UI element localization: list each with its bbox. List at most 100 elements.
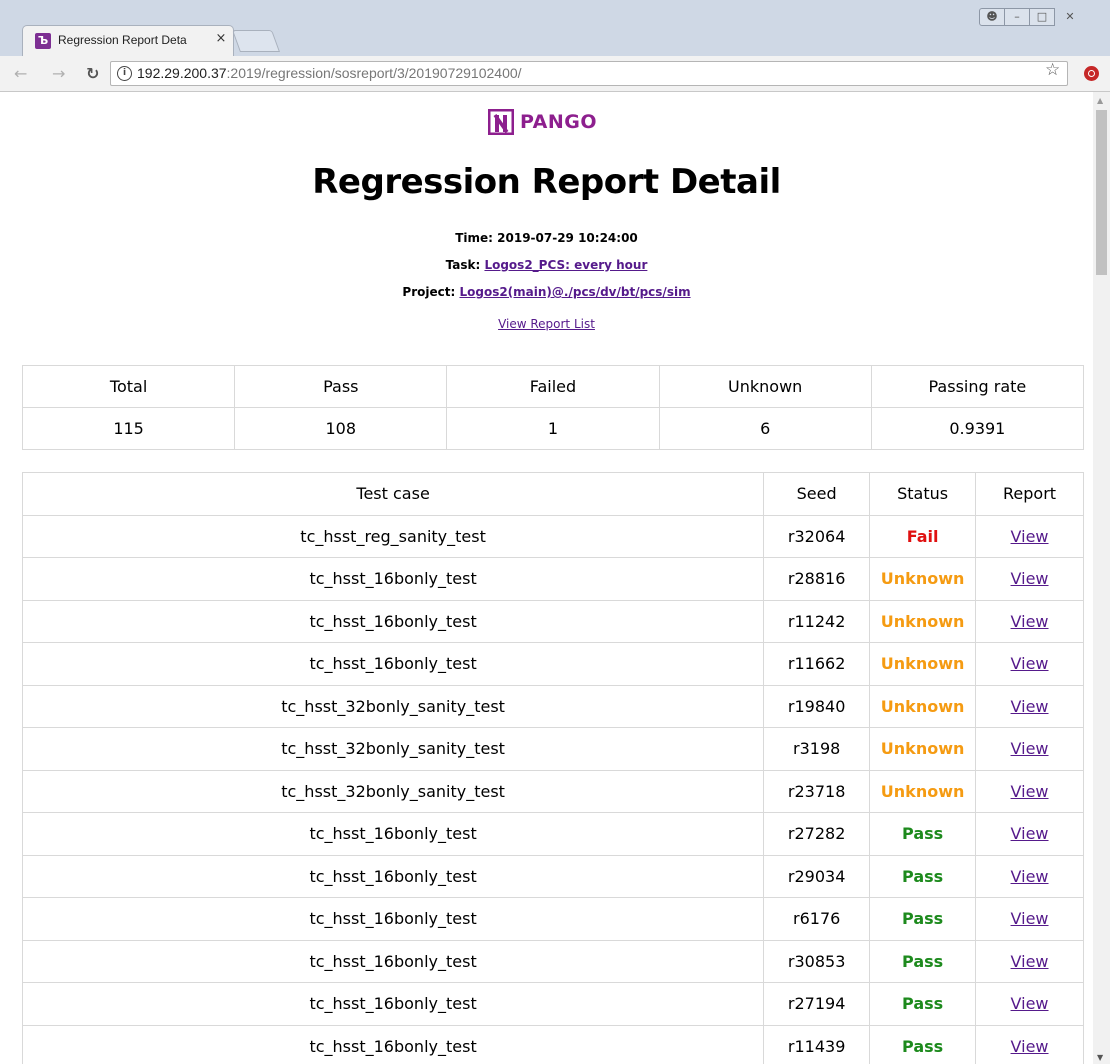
seed-cell: r23718 [787,781,846,801]
bookmark-star-icon[interactable]: ☆ [1045,60,1060,80]
test-case-name-cell: tc_hsst_16bonly_test [21,982,765,1026]
scroll-thumb[interactable] [1096,110,1107,275]
status-badge-cell: Unknown [869,684,977,728]
summary-failed-value: 1 [446,407,660,450]
test-case-name: tc_hsst_32bonly_sanity_test [281,696,505,716]
pango-logo: PANGO [488,109,597,135]
seed-cell: r6176 [793,909,841,929]
report-time: Time: 2019-07-29 10:24:00 [455,231,638,245]
status-badge: Unknown [880,654,965,674]
seed-cell: r11439 [787,1036,846,1056]
view-report-link[interactable]: View [1011,612,1049,631]
status-badge: Fail [906,526,939,546]
seed-cell: r28816 [787,569,846,589]
test-case-name: tc_hsst_16bonly_test [309,824,477,844]
table-row: tc_hsst_32bonly_sanity_test r23718 Unknown… [21,769,1084,813]
table-row: tc_hsst_32bonly_sanity_test r3198 Unknown V… [21,727,1084,771]
test-cases-table: Test case Seed Status Report tc_hsst_reg… [21,472,1084,1064]
test-case-name-cell: tc_hsst_16bonly_test [21,854,765,898]
new-tab-button[interactable] [231,30,281,52]
view-report-link[interactable]: View [1011,739,1049,758]
seed-cell: r29034 [787,866,846,886]
time-value: 2019-07-29 10:24:00 [497,231,638,245]
close-window-icon[interactable]: ✕ [1054,8,1086,26]
seed-cell-cell: r27282 [763,812,871,856]
view-report-link[interactable]: View [1011,952,1049,971]
table-row: tc_hsst_16bonly_test r29034 Pass View [21,854,1084,898]
task-link[interactable]: Logos2_PCS: every hour [484,258,647,272]
summary-header-failed: Failed [446,365,660,408]
info-icon[interactable]: i [117,66,132,81]
view-report-link[interactable]: View [1011,1037,1049,1056]
tab-close-icon[interactable]: × [213,31,229,46]
status-badge-cell: Pass [869,982,977,1026]
table-row: tc_hsst_reg_sanity_test r32064 Fail View [21,514,1084,558]
view-report-link-cell: View [975,982,1084,1026]
summary-value-row: 115 108 1 6 0.9391 [21,407,1085,450]
status-badge-cell: Pass [869,1024,977,1064]
test-case-name-cell: tc_hsst_16bonly_test [21,897,765,941]
status-badge-cell: Unknown [869,769,977,813]
view-report-link[interactable]: View [1011,782,1049,801]
tab-regression-report[interactable]: Ъ Regression Report Deta × [22,25,234,56]
table-row: tc_hsst_16bonly_test r11242 Unknown View [21,599,1084,643]
view-report-link-cell: View [975,727,1084,771]
table-row: tc_hsst_16bonly_test r6176 Pass View [21,897,1084,941]
status-badge: Unknown [880,781,965,801]
status-badge-cell: Pass [869,812,977,856]
view-report-link-cell: View [975,769,1084,813]
view-report-link[interactable]: View [1011,654,1049,673]
header-status: Status [869,472,977,516]
summary-passing-rate-value: 0.9391 [870,407,1085,450]
seed-cell-cell: r32064 [763,514,871,558]
test-case-name-cell: tc_hsst_16bonly_test [21,812,765,856]
view-report-link[interactable]: View [1011,867,1049,886]
view-report-link[interactable]: View [1011,569,1049,588]
test-case-name-cell: tc_hsst_32bonly_sanity_test [21,727,765,771]
test-case-name: tc_hsst_16bonly_test [309,909,477,929]
view-report-link-cell: View [975,557,1084,601]
scroll-up-icon[interactable]: ▲ [1097,96,1103,105]
url-text[interactable]: 192.29.200.37:2019/regression/sosreport/… [137,65,522,81]
table-row: tc_hsst_16bonly_test r11439 Pass View [21,1024,1084,1064]
view-report-link[interactable]: View [1011,909,1049,928]
seed-cell-cell: r6176 [763,897,871,941]
address-bar[interactable]: i 192.29.200.37:2019/regression/sosrepor… [110,61,1068,86]
report-task: Task: Logos2_PCS: every hour [445,258,648,272]
test-case-name: tc_hsst_16bonly_test [309,654,477,674]
scroll-down-icon[interactable]: ▼ [1097,1053,1103,1062]
seed-cell-cell: r27194 [763,982,871,1026]
status-badge: Unknown [880,569,965,589]
seed-cell-cell: r11662 [763,642,871,686]
vertical-scrollbar[interactable]: ▲ ▼ [1093,92,1110,1064]
view-report-link[interactable]: View [1011,697,1049,716]
seed-cell-cell: r3198 [763,727,871,771]
seed-cell-cell: r28816 [763,557,871,601]
test-case-name: tc_hsst_16bonly_test [309,1036,477,1056]
test-case-name: tc_hsst_16bonly_test [309,866,477,886]
test-case-name: tc_hsst_16bonly_test [309,951,477,971]
view-report-list-link[interactable]: View Report List [498,317,595,331]
header-report: Report [975,472,1084,516]
back-arrow-icon[interactable]: ← [14,64,27,83]
test-case-name-cell: tc_hsst_32bonly_sanity_test [21,769,765,813]
maximize-icon[interactable]: □ [1029,8,1055,26]
forward-arrow-icon[interactable]: → [52,64,65,83]
test-case-name: tc_hsst_16bonly_test [309,994,477,1014]
view-report-link[interactable]: View [1011,824,1049,843]
summary-header-passing-rate: Passing rate [870,365,1085,408]
extension-icon[interactable] [1084,66,1099,81]
minimize-icon[interactable]: – [1004,8,1030,26]
test-case-name-cell: tc_hsst_32bonly_sanity_test [21,684,765,728]
project-link[interactable]: Logos2(main)@./pcs/dv/bt/pcs/sim [459,285,690,299]
view-report-link-cell: View [975,854,1084,898]
view-report-link[interactable]: View [1011,527,1049,546]
report-project: Project: Logos2(main)@./pcs/dv/bt/pcs/si… [402,285,691,299]
user-profile-icon[interactable]: ☻ [979,8,1005,26]
test-case-name: tc_hsst_16bonly_test [309,569,477,589]
test-case-name: tc_hsst_32bonly_sanity_test [281,739,505,759]
view-report-link[interactable]: View [1011,994,1049,1013]
status-badge: Pass [902,994,944,1014]
seed-cell-cell: r23718 [763,769,871,813]
reload-icon[interactable]: ↻ [86,64,99,83]
